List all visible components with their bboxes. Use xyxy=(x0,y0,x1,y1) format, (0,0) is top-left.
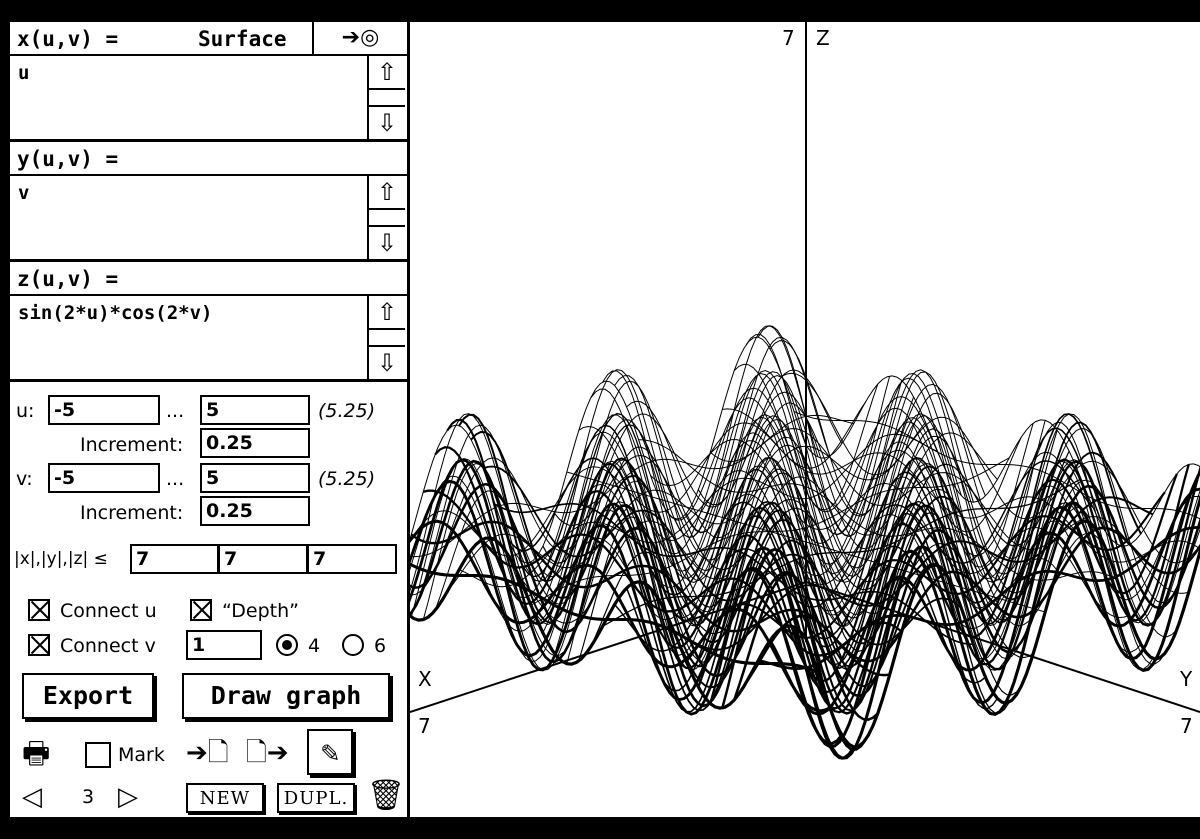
y-scrollbar[interactable]: ⇧ ⇩ xyxy=(367,176,407,259)
x-scroll-down-icon[interactable]: ⇩ xyxy=(369,105,405,139)
z-scrollbar[interactable]: ⇧ ⇩ xyxy=(367,296,407,379)
depth-label: “Depth” xyxy=(222,600,299,622)
y-label: y(u,v) = xyxy=(17,147,119,171)
z-scroll-down-icon[interactable]: ⇩ xyxy=(369,345,405,379)
bound-y-input[interactable]: 7 xyxy=(218,544,308,574)
connect-u-checkbox[interactable] xyxy=(28,599,50,621)
x-scrollbar[interactable]: ⇧ ⇩ xyxy=(367,56,407,139)
radio-6-label: 6 xyxy=(374,635,387,657)
v-increment-input[interactable]: 0.25 xyxy=(200,496,310,526)
new-button[interactable]: NEW xyxy=(186,783,264,813)
x-scroll-up-icon[interactable]: ⇧ xyxy=(369,56,405,90)
u-increment-input[interactable]: 0.25 xyxy=(200,428,310,458)
v-label: v: xyxy=(16,468,33,490)
x-expression-field[interactable]: u ⇧ ⇩ xyxy=(10,56,407,142)
mark-label: Mark xyxy=(118,744,165,766)
u-increment-label: Increment: xyxy=(80,434,184,456)
v-ellipsis: ... xyxy=(166,468,185,490)
bounds-label: |x|,|y|,|z| ≤ xyxy=(14,549,108,569)
draw-graph-button[interactable]: Draw graph xyxy=(182,673,390,719)
z-label: z(u,v) = xyxy=(17,267,119,291)
v-count-note: (5.25) xyxy=(318,468,376,490)
export-page-icon[interactable]: 🗋➔ xyxy=(246,738,289,768)
mode-toggle-button[interactable]: ➔◎ xyxy=(312,22,407,56)
y-scroll-down-icon[interactable]: ⇩ xyxy=(369,225,405,259)
pencil-icon[interactable]: ✎ xyxy=(307,729,353,775)
x-axis-label: X xyxy=(418,667,432,691)
duplicate-button[interactable]: DUPL. xyxy=(277,783,355,813)
bound-z-input[interactable]: 7 xyxy=(307,544,397,574)
z-axis-label: Z xyxy=(816,26,830,50)
mark-checkbox[interactable] xyxy=(85,742,111,768)
u-ellipsis: ... xyxy=(166,400,185,422)
previous-page-icon[interactable]: ◁ xyxy=(22,782,42,812)
v-increment-label: Increment: xyxy=(80,502,184,524)
y-expression-field[interactable]: v ⇧ ⇩ xyxy=(10,176,407,262)
u-label: u: xyxy=(16,400,35,422)
radio-4[interactable] xyxy=(276,634,298,656)
surface-plot xyxy=(410,22,1200,760)
depth-checkbox[interactable] xyxy=(190,599,212,621)
radio-4-label: 4 xyxy=(308,635,321,657)
x-expression-text: u xyxy=(18,62,30,84)
function-panel: x(u,v) = Surface ➔◎ u ⇧ ⇩ y(u,v) = v ⇧ ⇩… xyxy=(10,22,407,817)
trash-icon[interactable]: 🗑 xyxy=(367,778,405,814)
plot-area[interactable]: 7 Z X 7 Y 7 xyxy=(410,22,1200,817)
y-expression-text: v xyxy=(18,182,30,204)
y-axis-label: Y xyxy=(1180,667,1193,691)
connect-v-checkbox[interactable] xyxy=(28,634,50,656)
next-page-icon[interactable]: ▷ xyxy=(118,782,138,812)
mode-label: Surface xyxy=(198,27,287,51)
import-page-icon[interactable]: ➔🗋 xyxy=(186,738,229,768)
x-label: x(u,v) = xyxy=(17,27,119,51)
z-header: z(u,v) = xyxy=(10,262,407,296)
radio-6[interactable] xyxy=(342,634,364,656)
x-axis-line xyxy=(410,581,807,713)
z-scroll-up-icon[interactable]: ⇧ xyxy=(369,296,405,330)
y-scroll-up-icon[interactable]: ⇧ xyxy=(369,176,405,210)
y-header: y(u,v) = xyxy=(10,142,407,176)
v-min-input[interactable]: -5 xyxy=(48,463,160,493)
export-button[interactable]: Export xyxy=(22,673,154,719)
connect-u-label: Connect u xyxy=(60,600,157,622)
z-expression-text: sin(2*u)*cos(2*v) xyxy=(18,302,213,324)
z-expression-field[interactable]: sin(2*u)*cos(2*v) ⇧ ⇩ xyxy=(10,296,407,382)
connect-v-label: Connect v xyxy=(60,635,156,657)
bound-x-input[interactable]: 7 xyxy=(130,544,219,574)
depth-value-input[interactable]: 1 xyxy=(186,630,262,660)
u-max-input[interactable]: 5 xyxy=(200,395,310,425)
u-count-note: (5.25) xyxy=(318,400,376,422)
page-number: 3 xyxy=(82,786,95,808)
x-tick-label: 7 xyxy=(418,714,431,738)
z-tick-label: 7 xyxy=(782,26,795,50)
y-tick-label: 7 xyxy=(1180,714,1193,738)
v-max-input[interactable]: 5 xyxy=(200,463,310,493)
print-icon[interactable]: 🖶 xyxy=(22,736,54,772)
u-min-input[interactable]: -5 xyxy=(48,395,160,425)
